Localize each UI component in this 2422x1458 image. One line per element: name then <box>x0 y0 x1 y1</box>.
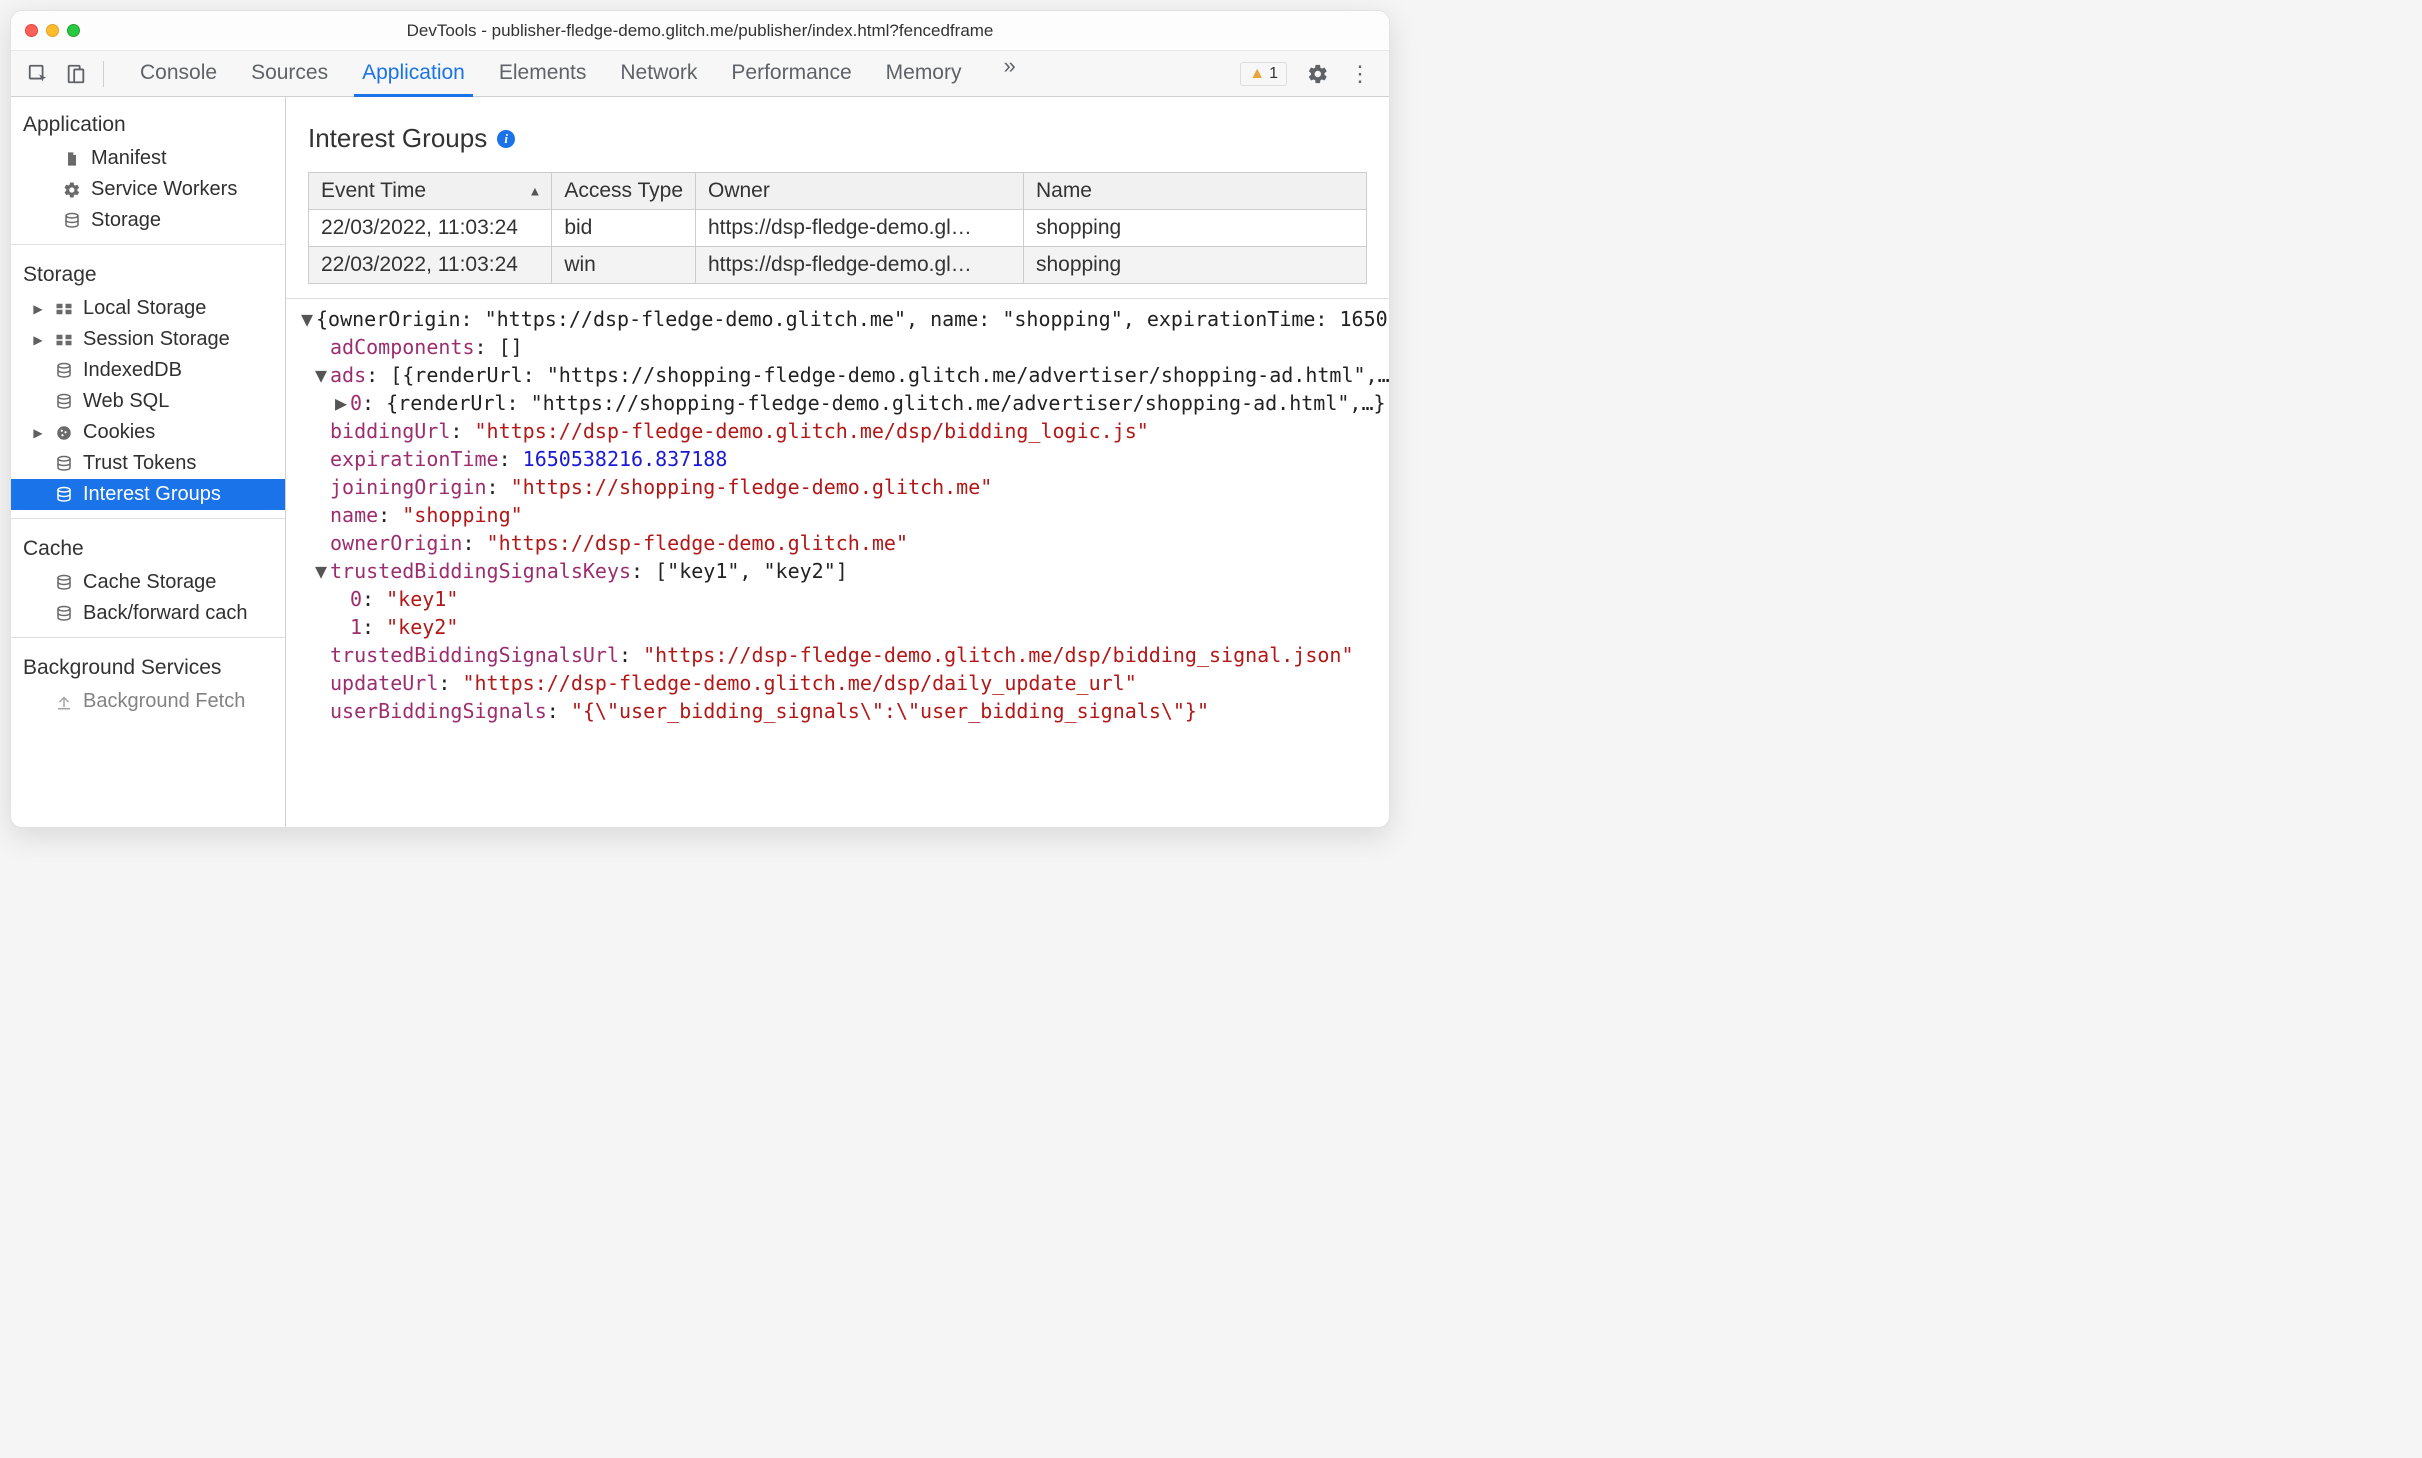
object-property-ads[interactable]: ▼ads: [{renderUrl: "https://shopping-fle… <box>292 361 1385 389</box>
panel-tabs: Console Sources Application Elements Net… <box>138 53 1236 95</box>
tab-elements[interactable]: Elements <box>497 53 589 95</box>
object-inspector[interactable]: ▼{ownerOrigin: "https://dsp-fledge-demo.… <box>286 298 1389 827</box>
table-header-row: Event Time ▲ Access Type Owner Name <box>309 173 1367 210</box>
sidebar-item-cookies[interactable]: ▶ Cookies <box>11 417 285 448</box>
more-tabs-icon[interactable]: » <box>993 53 1025 95</box>
gear-icon <box>61 181 83 199</box>
sidebar-divider <box>11 518 285 519</box>
object-array-item[interactable]: ▶0: {renderUrl: "https://shopping-fledge… <box>292 389 1385 417</box>
sidebar-item-local-storage[interactable]: ▶ Local Storage <box>11 293 285 324</box>
database-icon <box>53 455 75 473</box>
object-property[interactable]: expirationTime: 1650538216.837188 <box>292 445 1385 473</box>
sidebar-divider <box>11 244 285 245</box>
warning-icon: ▲ <box>1249 65 1265 83</box>
object-property-tbsk[interactable]: ▼trustedBiddingSignalsKeys: ["key1", "ke… <box>292 557 1385 585</box>
sidebar-item-storage[interactable]: Storage <box>11 205 285 236</box>
object-property[interactable]: ownerOrigin: "https://dsp-fledge-demo.gl… <box>292 529 1385 557</box>
titlebar: DevTools - publisher-fledge-demo.glitch.… <box>11 11 1389 51</box>
grid-icon <box>53 302 75 316</box>
sidebar-item-bfcache[interactable]: Back/forward cach <box>11 598 285 629</box>
tab-console[interactable]: Console <box>138 53 219 95</box>
column-access-type[interactable]: Access Type <box>552 173 696 210</box>
tab-memory[interactable]: Memory <box>884 53 964 95</box>
section-cache-title: Cache <box>11 527 285 567</box>
database-icon <box>53 486 75 504</box>
settings-icon[interactable] <box>1299 63 1337 85</box>
object-property[interactable]: name: "shopping" <box>292 501 1385 529</box>
database-icon <box>53 362 75 380</box>
section-background-title: Background Services <box>11 646 285 686</box>
object-property[interactable]: joiningOrigin: "https://shopping-fledge-… <box>292 473 1385 501</box>
sidebar-item-trust-tokens[interactable]: Trust Tokens <box>11 448 285 479</box>
issues-badge[interactable]: ▲ 1 <box>1240 62 1287 86</box>
toolbar-divider <box>103 61 104 87</box>
panel-header: Interest Groups i <box>286 97 1389 172</box>
issues-count: 1 <box>1269 65 1278 83</box>
disclosure-triangle-icon[interactable]: ▼ <box>300 305 314 333</box>
database-icon <box>53 605 75 623</box>
section-application-title: Application <box>11 103 285 143</box>
disclosure-triangle-icon[interactable]: ▼ <box>314 361 328 389</box>
application-sidebar: Application Manifest Service Workers <box>11 97 286 827</box>
devtools-toolbar: Console Sources Application Elements Net… <box>11 51 1389 97</box>
object-property[interactable]: trustedBiddingSignalsUrl: "https://dsp-f… <box>292 641 1385 669</box>
tab-performance[interactable]: Performance <box>729 53 853 95</box>
column-event-time[interactable]: Event Time ▲ <box>309 173 552 210</box>
sidebar-item-background-fetch[interactable]: Background Fetch <box>11 686 285 717</box>
disclosure-triangle-icon[interactable]: ▼ <box>314 557 328 585</box>
panel-title: Interest Groups <box>308 123 487 154</box>
window-title: DevTools - publisher-fledge-demo.glitch.… <box>11 21 1389 41</box>
disclosure-triangle-icon[interactable]: ▶ <box>31 333 45 347</box>
tab-network[interactable]: Network <box>618 53 699 95</box>
upload-icon <box>53 693 75 711</box>
sidebar-item-indexeddb[interactable]: IndexedDB <box>11 355 285 386</box>
object-property[interactable]: userBiddingSignals: "{\"user_bidding_sig… <box>292 697 1385 725</box>
table-row[interactable]: 22/03/2022, 11:03:24 win https://dsp-fle… <box>309 247 1367 284</box>
database-icon <box>53 393 75 411</box>
section-storage-title: Storage <box>11 253 285 293</box>
sidebar-item-service-workers[interactable]: Service Workers <box>11 174 285 205</box>
column-name[interactable]: Name <box>1023 173 1366 210</box>
events-table: Event Time ▲ Access Type Owner Name 22/0… <box>308 172 1367 284</box>
traffic-lights <box>25 24 80 37</box>
minimize-window-button[interactable] <box>46 24 59 37</box>
object-root[interactable]: ▼{ownerOrigin: "https://dsp-fledge-demo.… <box>292 305 1385 333</box>
object-property[interactable]: adComponents: [] <box>292 333 1385 361</box>
disclosure-triangle-icon[interactable]: ▶ <box>334 389 348 417</box>
object-array-item[interactable]: 1: "key2" <box>292 613 1385 641</box>
zoom-window-button[interactable] <box>67 24 80 37</box>
content-area: Application Manifest Service Workers <box>11 97 1389 827</box>
close-window-button[interactable] <box>25 24 38 37</box>
devtools-window: DevTools - publisher-fledge-demo.glitch.… <box>10 10 1390 828</box>
device-toggle-icon[interactable] <box>59 57 93 91</box>
sidebar-item-session-storage[interactable]: ▶ Session Storage <box>11 324 285 355</box>
table-row[interactable]: 22/03/2022, 11:03:24 bid https://dsp-fle… <box>309 210 1367 247</box>
sidebar-item-manifest[interactable]: Manifest <box>11 143 285 174</box>
sidebar-item-interest-groups[interactable]: Interest Groups <box>11 479 285 510</box>
sidebar-divider <box>11 637 285 638</box>
sort-asc-icon: ▲ <box>528 184 541 199</box>
info-icon[interactable]: i <box>497 130 515 148</box>
document-icon <box>61 150 83 168</box>
object-property[interactable]: updateUrl: "https://dsp-fledge-demo.glit… <box>292 669 1385 697</box>
more-options-icon[interactable]: ⋮ <box>1341 61 1379 87</box>
database-icon <box>61 212 83 230</box>
disclosure-triangle-icon[interactable]: ▶ <box>31 302 45 316</box>
cookie-icon <box>53 424 75 442</box>
sidebar-item-websql[interactable]: Web SQL <box>11 386 285 417</box>
sidebar-item-cache-storage[interactable]: Cache Storage <box>11 567 285 598</box>
main-panel: Interest Groups i Event Time ▲ Access Ty… <box>286 97 1389 827</box>
disclosure-triangle-icon[interactable]: ▶ <box>31 426 45 440</box>
inspect-element-icon[interactable] <box>21 57 55 91</box>
grid-icon <box>53 333 75 347</box>
object-array-item[interactable]: 0: "key1" <box>292 585 1385 613</box>
tab-application[interactable]: Application <box>360 53 467 95</box>
tab-sources[interactable]: Sources <box>249 53 330 95</box>
database-icon <box>53 574 75 592</box>
object-property[interactable]: biddingUrl: "https://dsp-fledge-demo.gli… <box>292 417 1385 445</box>
column-owner[interactable]: Owner <box>696 173 1024 210</box>
